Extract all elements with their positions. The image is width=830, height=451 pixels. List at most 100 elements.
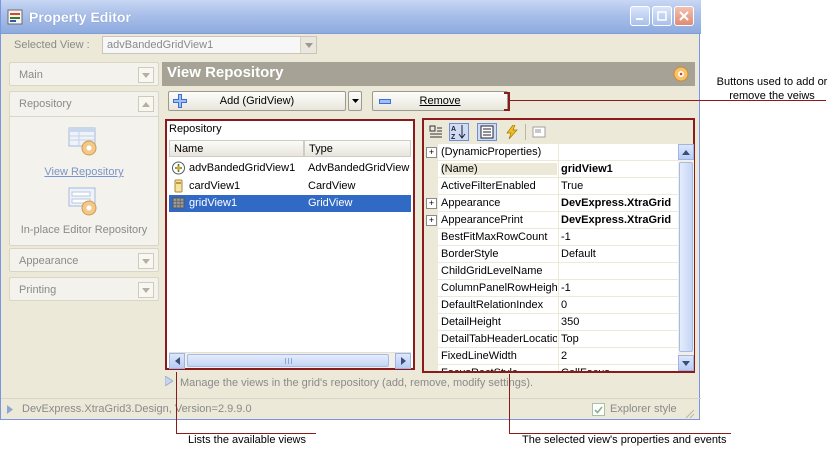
property-value[interactable]: DevExpress.XtraGrid <box>561 214 677 226</box>
property-value[interactable]: 0 <box>561 299 677 311</box>
explorer-style-label: Explorer style <box>610 403 677 415</box>
horizontal-scrollbar[interactable] <box>169 352 411 369</box>
property-value[interactable]: Top <box>561 333 677 345</box>
scroll-right-button[interactable] <box>395 353 411 369</box>
property-name: BestFitMaxRowCount <box>441 231 548 243</box>
divider <box>10 116 158 117</box>
add-view-button[interactable]: Add (GridView) <box>168 91 346 111</box>
expand-icon[interactable]: + <box>426 215 437 226</box>
categorized-button[interactable] <box>426 123 446 141</box>
property-row[interactable]: BestFitMaxRowCount -1 <box>424 229 678 246</box>
property-row[interactable]: DetailTabHeaderLocation Top <box>424 331 678 348</box>
property-row[interactable]: FocusRectStyle CellFocus <box>424 365 678 371</box>
selected-view-value: advBandedGridView1 <box>107 39 214 51</box>
nav-group-main[interactable]: Main <box>9 62 159 86</box>
selected-view-combo[interactable]: advBandedGridView1 <box>102 36 317 54</box>
property-name: DefaultRelationIndex <box>441 299 544 311</box>
scroll-left-button[interactable] <box>169 353 185 369</box>
property-row[interactable]: DefaultRelationIndex 0 <box>424 297 678 314</box>
chevron-down-icon[interactable] <box>138 253 154 269</box>
property-value[interactable]: 2 <box>561 350 677 362</box>
events-button[interactable] <box>502 123 522 141</box>
property-value[interactable]: Default <box>561 248 677 260</box>
property-value[interactable]: -1 <box>561 282 677 294</box>
property-value[interactable]: CellFocus <box>561 367 677 371</box>
property-gutter: + <box>424 144 438 161</box>
nav-group-label: Main <box>19 69 43 81</box>
property-row[interactable]: (Name) gridView1 <box>424 161 678 178</box>
title-bar[interactable]: Property Editor <box>1 0 701 34</box>
property-row[interactable]: + (DynamicProperties) <box>424 144 678 161</box>
property-row[interactable]: FixedLineWidth 2 <box>424 348 678 365</box>
column-header-type[interactable]: Type <box>304 140 411 157</box>
lightning-icon <box>506 125 518 139</box>
maximize-button[interactable] <box>652 6 672 26</box>
view-repository-icon <box>68 127 97 156</box>
scroll-thumb[interactable] <box>679 162 693 352</box>
alphabetical-button[interactable]: AZ <box>449 123 469 141</box>
nav-group-printing[interactable]: Printing <box>9 277 159 301</box>
nav-group-appearance[interactable]: Appearance <box>9 248 159 272</box>
chevron-up-icon[interactable] <box>138 96 154 112</box>
list-item[interactable]: cardView1 CardView <box>169 178 411 195</box>
scroll-down-button[interactable] <box>678 355 694 371</box>
checkmark-icon <box>594 405 603 414</box>
chevron-down-icon[interactable] <box>138 282 154 298</box>
expand-icon[interactable]: + <box>426 198 437 209</box>
property-value[interactable]: 350 <box>561 316 677 328</box>
repository-list-title: Repository <box>169 123 222 135</box>
list-item[interactable]: advBandedGridView1 AdvBandedGridView <box>169 160 411 177</box>
property-pages-button[interactable] <box>529 123 549 141</box>
resize-grip-icon[interactable] <box>683 407 695 419</box>
explorer-style-checkbox[interactable] <box>592 403 605 416</box>
nav-group-printing-header: Printing <box>10 278 158 302</box>
property-row[interactable]: DetailHeight 350 <box>424 314 678 331</box>
property-value[interactable]: gridView1 <box>561 163 677 175</box>
maximize-icon <box>657 11 667 21</box>
row-type: GridView <box>308 197 353 209</box>
view-repository-header: View Repository <box>162 62 695 86</box>
minimize-button[interactable] <box>630 6 650 26</box>
list-header: Name Type <box>169 140 411 157</box>
property-name: FocusRectStyle <box>441 367 557 371</box>
remove-view-label: Remove <box>419 95 461 107</box>
nav-item-in-place-editor-repository[interactable]: In-place Editor Repository <box>10 224 158 236</box>
divider <box>558 195 559 212</box>
list-item-selected[interactable]: gridView1 GridView <box>169 195 411 212</box>
chevron-down-icon[interactable] <box>300 37 316 53</box>
scroll-thumb[interactable] <box>187 354 389 367</box>
property-grid-toolbar: AZ <box>424 120 693 144</box>
property-gutter <box>424 246 438 263</box>
property-row[interactable]: ChildGridLevelName <box>424 263 678 280</box>
window-title: Property Editor <box>29 9 131 25</box>
chevron-down-icon[interactable] <box>138 67 154 83</box>
property-row[interactable]: + Appearance DevExpress.XtraGrid <box>424 195 678 212</box>
property-value[interactable]: DevExpress.XtraGrid <box>561 197 677 209</box>
add-view-dropdown[interactable] <box>348 91 362 111</box>
nav-item-view-repository[interactable]: View Repository <box>10 166 158 178</box>
divider <box>525 124 526 140</box>
property-gutter <box>424 365 438 371</box>
property-gutter <box>424 280 438 297</box>
expand-icon[interactable]: + <box>426 147 437 158</box>
property-value[interactable]: -1 <box>561 231 677 243</box>
column-header-name[interactable]: Name <box>169 140 304 157</box>
grid-view-icon <box>172 197 185 209</box>
selected-view-label: Selected View : <box>14 39 90 51</box>
close-button[interactable] <box>674 6 694 26</box>
property-row[interactable]: ColumnPanelRowHeight -1 <box>424 280 678 297</box>
vertical-scrollbar[interactable] <box>678 144 694 371</box>
nav-group-repository-header[interactable]: Repository <box>10 92 158 116</box>
remove-view-button[interactable]: Remove <box>372 91 508 111</box>
property-value[interactable]: True <box>561 180 677 192</box>
svg-text:A: A <box>451 126 456 133</box>
property-row[interactable]: BorderStyle Default <box>424 246 678 263</box>
scroll-up-button[interactable] <box>678 144 694 160</box>
properties-button[interactable] <box>477 123 497 141</box>
property-row[interactable]: + AppearancePrint DevExpress.XtraGrid <box>424 212 678 229</box>
property-gutter: + <box>424 195 438 212</box>
card-view-icon <box>174 179 183 193</box>
svg-text:Z: Z <box>451 134 456 140</box>
divider <box>558 144 559 161</box>
property-row[interactable]: ActiveFilterEnabled True <box>424 178 678 195</box>
